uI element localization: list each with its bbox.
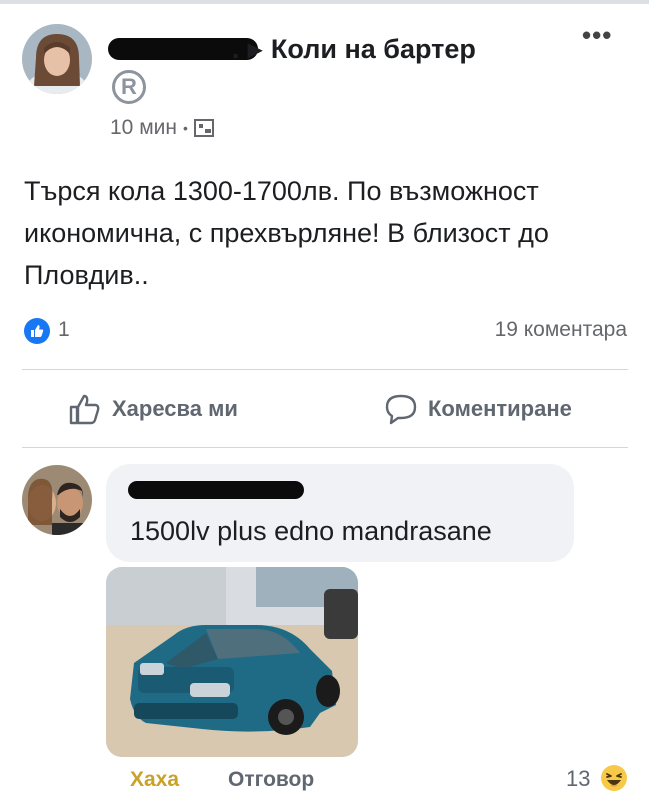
comment-text: 1500lv plus edno mandrasane — [130, 516, 492, 546]
triangle-right-icon: ▶ — [247, 39, 263, 61]
name-suffix: . — [232, 34, 240, 64]
more-options-icon[interactable]: ••• — [582, 20, 612, 51]
comment-button[interactable]: Коментиране — [384, 392, 572, 426]
comments-count[interactable]: 19 коментара — [495, 318, 627, 342]
post-time[interactable]: 10 мин — [110, 116, 177, 140]
meta-separator: • — [182, 120, 188, 136]
laughing-face-icon[interactable] — [600, 764, 628, 792]
redacted-commenter-name — [128, 481, 304, 499]
top-divider — [0, 0, 649, 4]
like-reaction-icon[interactable] — [24, 318, 50, 344]
like-button[interactable]: Харесва ми — [68, 392, 238, 426]
like-count[interactable]: 1 — [58, 318, 70, 342]
group-name-link[interactable]: Коли на бартер — [271, 34, 476, 65]
audience-icon[interactable] — [193, 119, 214, 137]
like-button-label: Харесва ми — [112, 396, 238, 421]
speech-bubble-icon — [385, 394, 417, 425]
divider-top — [22, 369, 628, 370]
comment-button-label: Коментиране — [428, 396, 572, 421]
post-meta: 10 мин • — [110, 116, 214, 140]
comment-photo[interactable] — [106, 567, 358, 757]
commenter-avatar[interactable] — [22, 465, 92, 535]
comment-reaction-count[interactable]: 13 — [566, 766, 590, 792]
haha-reaction-label[interactable]: Хаха — [130, 768, 179, 792]
post-header: . ▶ Коли на бартер — [232, 34, 476, 65]
author-avatar[interactable] — [22, 24, 92, 94]
comment-bubble — [106, 464, 574, 562]
thumbs-up-icon — [69, 394, 100, 425]
registered-badge-icon: R — [112, 70, 146, 104]
divider-bottom — [22, 447, 628, 448]
post-body: Търся кола 1300-1700лв. По възможност ик… — [24, 176, 549, 290]
reply-button[interactable]: Отговор — [228, 768, 314, 792]
